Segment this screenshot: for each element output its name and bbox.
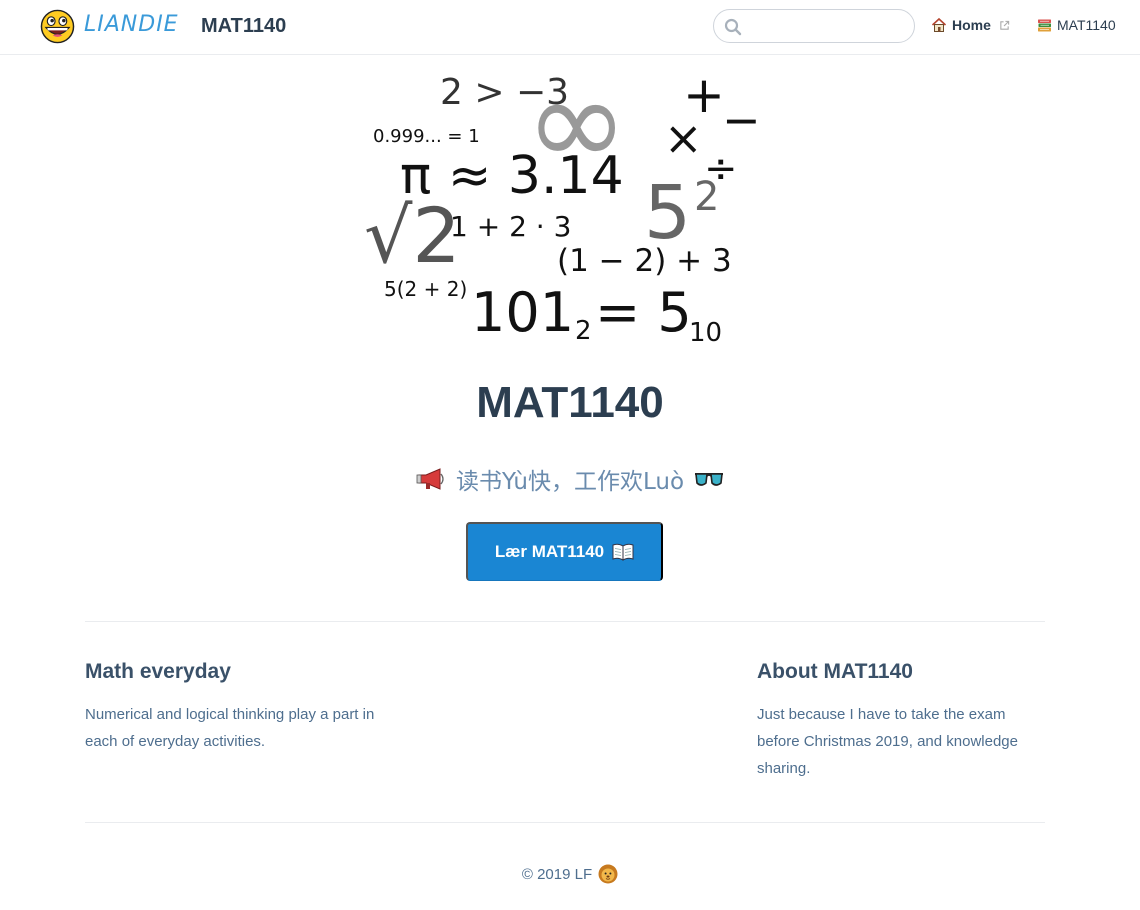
divider [85,822,1045,823]
feature-title: Math everyday [85,660,231,683]
hero-text-repeating: 0.999... = 1 [373,126,480,147]
learn-mat1140-button[interactable]: Lær MAT1140 [466,522,663,581]
hero-text-binary-sub: 2 [575,316,592,346]
hero-text-times: × [664,111,703,165]
hero-description-text: 读书Yù快，工作欢Luò [455,469,685,495]
external-link-icon [1000,20,1010,30]
search-box[interactable] [713,9,915,43]
hero-text-equals-five: = 5 [595,281,692,344]
brand-logo-text[interactable]: LIANDIE [84,12,179,37]
site-title[interactable]: MAT1140 [201,15,286,38]
feature-details: Numerical and logical thinking play a pa… [85,706,375,750]
books-icon [1038,19,1051,31]
nav-link-mat1140-label: MAT1140 [1057,17,1116,33]
search-icon [724,18,742,36]
awesome-face-logo-icon[interactable] [40,9,75,44]
hero-text-expr-1: 1 + 2 · 3 [450,210,571,243]
megaphone-icon [416,468,444,490]
feature-about-mat1140: About MAT1140 Just because I have to tak… [757,660,1047,782]
navbar: LIANDIE MAT1140 Home MAT1140 [0,0,1140,55]
hero-text-decimal-sub: 10 [689,318,722,348]
hero-text-sqrt: √2 [364,191,461,280]
sunglasses-icon [695,473,724,486]
hero-text-expr-3: 5(2 + 2) [384,277,467,301]
open-book-icon [612,543,634,561]
hero-text-square-exp: 2 [694,174,719,220]
hero-title: MAT1140 [476,378,664,427]
hero-text-binary-base: 101 [471,281,574,344]
nav-link-home-label: Home [952,17,991,33]
house-icon [931,17,947,32]
learn-mat1140-button-label: Lær MAT1140 [494,542,605,561]
nav-link-home[interactable]: Home [931,17,1010,33]
hero-text-expr-2: (1 − 2) + 3 [557,243,732,279]
feature-title: About MAT1140 [757,660,913,683]
hero-description: 读书Yù快，工作欢Luò [0,462,1140,496]
hero-text-minus: − [722,93,761,147]
divider [85,621,1045,622]
feature-details: Just because I have to take the exam bef… [757,706,1018,777]
footer: © 2019 LF [0,864,1140,884]
lion-icon [598,864,618,884]
search-input[interactable] [746,16,906,36]
hero-math-image: 2 > −3 ∞ + − 0.999... = 1 × π ≈ 3.14 ÷ 5… [364,60,761,348]
nav-link-mat1140[interactable]: MAT1140 [1037,17,1116,33]
feature-math-everyday: Math everyday Numerical and logical thin… [85,660,375,755]
footer-text: © 2019 LF [521,865,593,883]
